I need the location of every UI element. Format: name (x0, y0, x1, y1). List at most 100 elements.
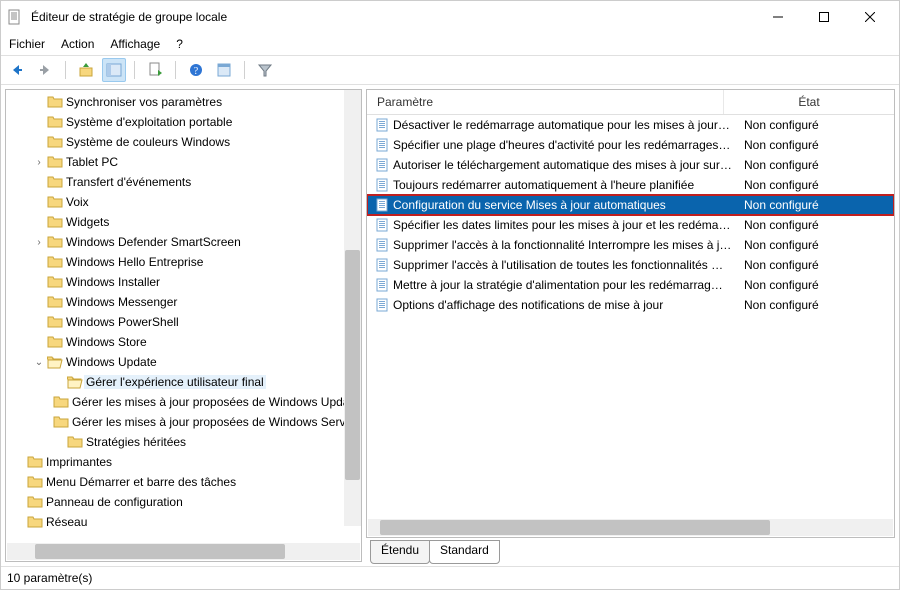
policy-icon (371, 178, 393, 192)
menu-view[interactable]: Affichage (110, 37, 160, 51)
help-button[interactable]: ? (184, 58, 208, 82)
policy-icon (371, 118, 393, 132)
folder-icon (66, 374, 84, 390)
tree-item-label: Gérer l'expérience utilisateur final (84, 375, 266, 389)
back-button[interactable] (5, 58, 29, 82)
menu-action[interactable]: Action (61, 37, 94, 51)
tree-item[interactable]: Imprimantes (6, 452, 361, 472)
folder-icon (46, 274, 64, 290)
tab-standard[interactable]: Standard (429, 540, 500, 564)
folder-icon (46, 354, 64, 370)
menu-file[interactable]: Fichier (9, 37, 45, 51)
export-button[interactable] (143, 58, 167, 82)
column-header-state[interactable]: État (723, 90, 894, 114)
setting-row[interactable]: Options d'affichage des notifications de… (367, 295, 894, 315)
toolbar-separator (65, 61, 66, 79)
folder-icon (46, 154, 64, 170)
forward-button[interactable] (33, 58, 57, 82)
folder-icon (26, 474, 44, 490)
tree-item[interactable]: Windows PowerShell (6, 312, 361, 332)
tree-vertical-scrollbar[interactable] (344, 90, 361, 526)
setting-row[interactable]: Toujours redémarrer automatiquement à l'… (367, 175, 894, 195)
tree-item[interactable]: Panneau de configuration (6, 492, 361, 512)
setting-row[interactable]: Autoriser le téléchargement automatique … (367, 155, 894, 175)
tree-item[interactable]: Synchroniser vos paramètres (6, 92, 361, 112)
tab-extended[interactable]: Étendu (370, 540, 430, 564)
tree-item[interactable]: Gérer l'expérience utilisateur final (6, 372, 361, 392)
setting-name: Supprimer l'accès à la fonctionnalité In… (393, 238, 740, 252)
menu-help[interactable]: ? (176, 37, 183, 51)
tree-item[interactable]: Transfert d'événements (6, 172, 361, 192)
tree-item-label: Windows Hello Entreprise (64, 255, 205, 269)
toolbar-separator (175, 61, 176, 79)
tree-horizontal-scrollbar[interactable] (7, 543, 360, 560)
folder-icon (46, 134, 64, 150)
tree-item[interactable]: Windows Hello Entreprise (6, 252, 361, 272)
toolbar-separator (244, 61, 245, 79)
folder-icon (26, 514, 44, 530)
collapse-icon[interactable]: ⌄ (32, 357, 46, 368)
tree-item[interactable]: Voix (6, 192, 361, 212)
tree-item[interactable]: › Tablet PC (6, 152, 361, 172)
setting-name: Supprimer l'accès à l'utilisation de tou… (393, 258, 740, 272)
policy-icon (371, 198, 393, 212)
app-icon (7, 9, 23, 25)
tree-item-label: Menu Démarrer et barre des tâches (44, 475, 238, 489)
policy-icon (371, 298, 393, 312)
setting-state: Non configuré (740, 238, 894, 252)
setting-row[interactable]: Configuration du service Mises à jour au… (367, 195, 894, 215)
setting-row[interactable]: Mettre à jour la stratégie d'alimentatio… (367, 275, 894, 295)
tree-item[interactable]: Stratégies héritées (6, 432, 361, 452)
tree-item-label: Synchroniser vos paramètres (64, 95, 224, 109)
properties-button[interactable] (212, 58, 236, 82)
menubar: Fichier Action Affichage ? (1, 33, 899, 55)
setting-row[interactable]: Spécifier une plage d'heures d'activité … (367, 135, 894, 155)
up-button[interactable] (74, 58, 98, 82)
tree-item[interactable]: Gérer les mises à jour proposées de Wind… (6, 412, 361, 432)
grid-body[interactable]: Désactiver le redémarrage automatique po… (367, 115, 894, 519)
folder-icon (46, 214, 64, 230)
tree-item[interactable]: Menu Démarrer et barre des tâches (6, 472, 361, 492)
tree-item[interactable]: ›Windows Defender SmartScreen (6, 232, 361, 252)
tree-item[interactable]: Windows Installer (6, 272, 361, 292)
window-controls (755, 1, 893, 33)
grid-horizontal-scrollbar[interactable] (368, 519, 893, 536)
tree-item[interactable]: Gérer les mises à jour proposées de Wind… (6, 392, 361, 412)
column-header-name[interactable]: Paramètre (367, 90, 723, 114)
setting-state: Non configuré (740, 278, 894, 292)
minimize-button[interactable] (755, 1, 801, 33)
expand-icon[interactable]: › (32, 237, 46, 248)
setting-state: Non configuré (740, 158, 894, 172)
tree-item[interactable]: Windows Store (6, 332, 361, 352)
details-pane: Paramètre État Désactiver le redémarrage… (366, 89, 895, 562)
svg-text:?: ? (194, 66, 199, 77)
tree-item[interactable]: Windows Messenger (6, 292, 361, 312)
setting-row[interactable]: Spécifier les dates limites pour les mis… (367, 215, 894, 235)
tree-item-label: Stratégies héritées (84, 435, 188, 449)
app-window: Éditeur de stratégie de groupe locale Fi… (0, 0, 900, 590)
setting-row[interactable]: Supprimer l'accès à l'utilisation de tou… (367, 255, 894, 275)
folder-icon (52, 394, 70, 410)
filter-button[interactable] (253, 58, 277, 82)
tree-item[interactable]: Widgets (6, 212, 361, 232)
show-tree-button[interactable] (102, 58, 126, 82)
content-area: Synchroniser vos paramètres Système d'exp… (1, 85, 899, 567)
setting-name: Désactiver le redémarrage automatique po… (393, 118, 740, 132)
folder-icon (46, 194, 64, 210)
tree-item[interactable]: Réseau (6, 512, 361, 532)
tree-item[interactable]: ⌄Windows Update (6, 352, 361, 372)
tree-item-label: Réseau (44, 515, 89, 529)
tree-item-label: Système d'exploitation portable (64, 115, 234, 129)
tree-scroll[interactable]: Synchroniser vos paramètres Système d'exp… (6, 90, 361, 543)
policy-icon (371, 218, 393, 232)
tree-item-label: Tablet PC (64, 155, 120, 169)
close-button[interactable] (847, 1, 893, 33)
maximize-button[interactable] (801, 1, 847, 33)
expand-icon[interactable]: › (32, 157, 46, 168)
tree-item[interactable]: Système de couleurs Windows (6, 132, 361, 152)
setting-row[interactable]: Désactiver le redémarrage automatique po… (367, 115, 894, 135)
setting-state: Non configuré (740, 118, 894, 132)
setting-row[interactable]: Supprimer l'accès à la fonctionnalité In… (367, 235, 894, 255)
policy-icon (371, 258, 393, 272)
tree-item[interactable]: Système d'exploitation portable (6, 112, 361, 132)
